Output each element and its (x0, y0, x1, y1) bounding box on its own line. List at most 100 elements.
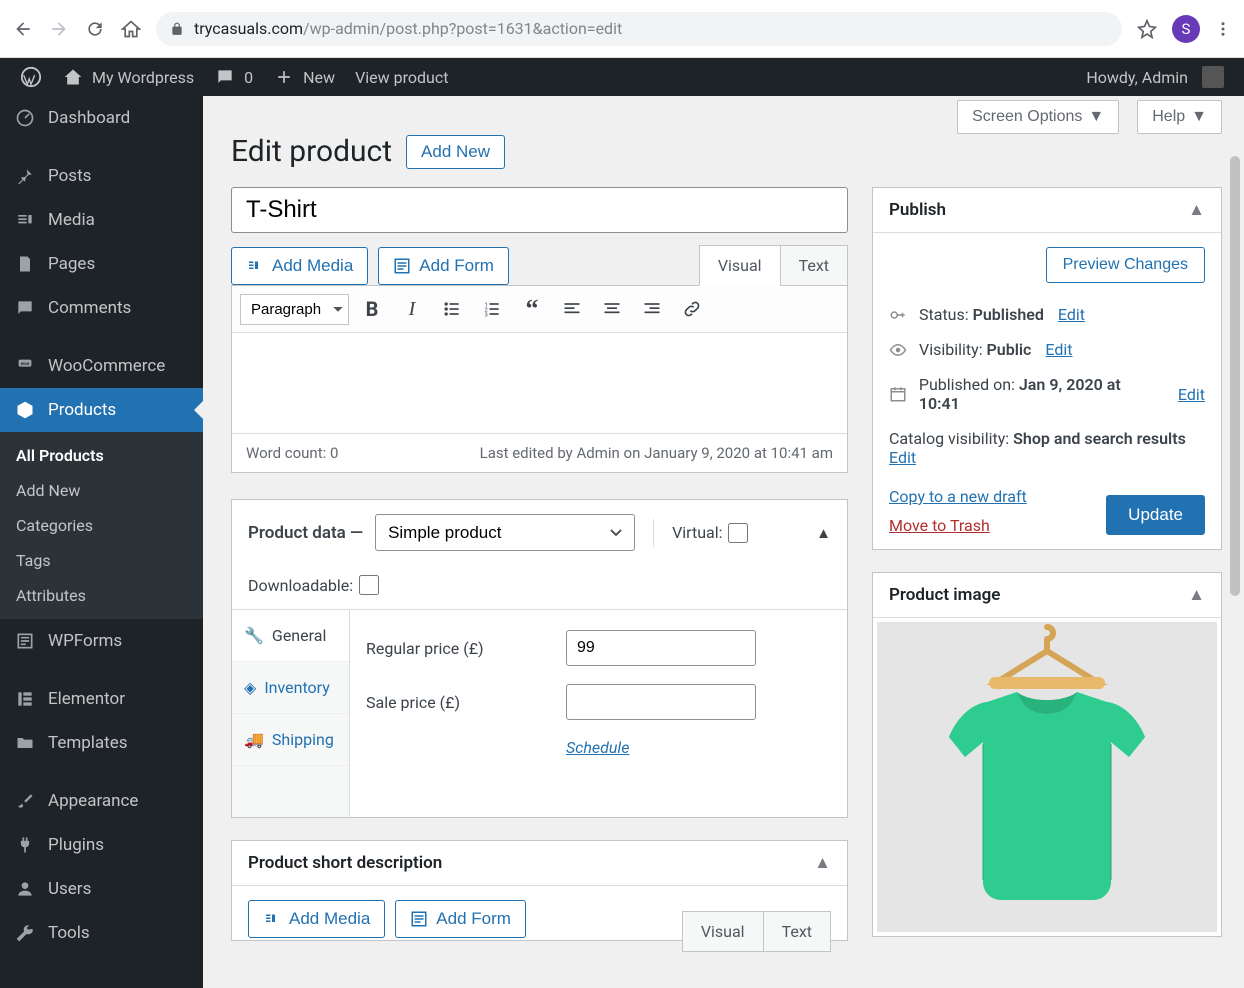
format-select[interactable]: Paragraph (240, 294, 349, 325)
add-form-button[interactable]: Add Form (378, 247, 509, 285)
caret-down-icon: ▼ (1088, 108, 1104, 126)
editor-tab-visual[interactable]: Visual (699, 245, 781, 286)
menu-templates[interactable]: Templates (0, 721, 203, 765)
panel-collapse-button[interactable]: ▲ (816, 524, 831, 542)
schedule-link[interactable]: Schedule (566, 738, 629, 757)
word-count: Word count: 0 (246, 444, 338, 462)
numbered-list-button[interactable]: 123 (475, 292, 509, 326)
back-button[interactable] (12, 18, 34, 40)
menu-button[interactable] (1214, 20, 1232, 38)
submenu-attributes[interactable]: Attributes (0, 578, 203, 613)
menu-users[interactable]: Users (0, 867, 203, 911)
pd-tab-shipping[interactable]: 🚚Shipping (232, 714, 349, 766)
regular-price-input[interactable] (566, 630, 756, 666)
move-to-trash-link[interactable]: Move to Trash (889, 516, 1027, 535)
panel-collapse-button[interactable]: ▲ (814, 853, 831, 873)
product-data-title: Product data — (248, 523, 363, 543)
bullet-list-button[interactable] (435, 292, 469, 326)
home-button[interactable] (120, 18, 142, 40)
update-button[interactable]: Update (1106, 495, 1205, 535)
menu-pages[interactable]: Pages (0, 242, 203, 286)
wp-logo[interactable] (10, 58, 52, 96)
quote-button[interactable]: “ (515, 292, 549, 326)
sale-price-input[interactable] (566, 684, 756, 720)
visibility-label: Visibility: Public (919, 340, 1031, 359)
brush-icon (14, 790, 36, 812)
new-content-link[interactable]: New (263, 58, 345, 96)
products-submenu: All Products Add New Categories Tags Att… (0, 432, 203, 619)
howdy-link[interactable]: Howdy, Admin (1076, 58, 1234, 96)
link-button[interactable] (675, 292, 709, 326)
menu-plugins[interactable]: Plugins (0, 823, 203, 867)
short-tab-visual[interactable]: Visual (682, 911, 764, 952)
menu-dashboard[interactable]: Dashboard (0, 96, 203, 140)
menu-posts[interactable]: Posts (0, 154, 203, 198)
main-editor: Paragraph B I 123 “ (231, 285, 848, 473)
panel-collapse-button[interactable]: ▲ (1188, 200, 1205, 220)
align-left-button[interactable] (555, 292, 589, 326)
media-icon (14, 209, 36, 231)
editor-tab-text[interactable]: Text (780, 245, 848, 286)
submenu-categories[interactable]: Categories (0, 508, 203, 543)
wrench-icon (14, 922, 36, 944)
pd-tab-inventory[interactable]: ◈Inventory (232, 662, 349, 714)
copy-draft-link[interactable]: Copy to a new draft (889, 487, 1027, 506)
downloadable-checkbox-label[interactable]: Downloadable: (248, 575, 379, 595)
align-center-button[interactable] (595, 292, 629, 326)
align-right-button[interactable] (635, 292, 669, 326)
reload-button[interactable] (84, 18, 106, 40)
submenu-all-products[interactable]: All Products (0, 438, 203, 473)
catalog-visibility-label: Catalog visibility: Shop and search resu… (889, 429, 1186, 448)
comments-link[interactable]: 0 (204, 58, 263, 96)
visibility-edit-link[interactable]: Edit (1045, 340, 1072, 359)
scrollbar-thumb[interactable] (1230, 156, 1240, 596)
help-button[interactable]: Help ▼ (1137, 100, 1222, 134)
url-bar[interactable]: trycasuals.com/wp-admin/post.php?post=16… (156, 12, 1122, 46)
catalog-edit-link[interactable]: Edit (889, 448, 916, 467)
panel-collapse-button[interactable]: ▲ (1188, 585, 1205, 605)
pd-tab-general[interactable]: 🔧General (232, 610, 349, 662)
svg-text:woo: woo (21, 362, 30, 367)
menu-tools[interactable]: Tools (0, 911, 203, 955)
menu-woocommerce[interactable]: wooWooCommerce (0, 344, 203, 388)
preview-changes-button[interactable]: Preview Changes (1046, 247, 1205, 283)
form-icon (393, 257, 411, 275)
site-name-link[interactable]: My Wordpress (52, 58, 204, 96)
add-new-button[interactable]: Add New (406, 135, 505, 169)
folder-icon (14, 732, 36, 754)
form-icon (14, 630, 36, 652)
published-edit-link[interactable]: Edit (1178, 385, 1205, 404)
menu-appearance[interactable]: Appearance (0, 779, 203, 823)
truck-icon: 🚚 (244, 730, 264, 749)
menu-comments[interactable]: Comments (0, 286, 203, 330)
add-media-button[interactable]: Add Media (231, 247, 368, 285)
submenu-tags[interactable]: Tags (0, 543, 203, 578)
menu-media[interactable]: Media (0, 198, 203, 242)
short-add-form-button[interactable]: Add Form (395, 900, 526, 938)
editor-content[interactable] (232, 333, 847, 433)
italic-button[interactable]: I (395, 292, 429, 326)
virtual-checkbox[interactable] (728, 523, 748, 543)
profile-avatar[interactable]: S (1172, 15, 1200, 43)
downloadable-checkbox[interactable] (359, 575, 379, 595)
virtual-checkbox-label[interactable]: Virtual: (672, 523, 748, 543)
menu-elementor[interactable]: Elementor (0, 677, 203, 721)
view-product-link[interactable]: View product (345, 58, 458, 96)
scrollbar[interactable] (1228, 96, 1242, 988)
screen-options-button[interactable]: Screen Options ▼ (957, 100, 1119, 134)
menu-wpforms[interactable]: WPForms (0, 619, 203, 663)
elementor-icon (14, 688, 36, 710)
product-image-thumbnail[interactable] (877, 622, 1217, 932)
product-type-select[interactable]: Simple product (375, 514, 635, 551)
status-edit-link[interactable]: Edit (1058, 305, 1085, 324)
bold-button[interactable]: B (355, 292, 389, 326)
short-tab-text[interactable]: Text (763, 911, 831, 952)
regular-price-label: Regular price (£) (366, 639, 546, 658)
menu-products[interactable]: Products (0, 388, 203, 432)
product-title-input[interactable] (231, 187, 848, 233)
admin-menu: Dashboard Posts Media Pages Comments woo… (0, 96, 203, 988)
submenu-add-new[interactable]: Add New (0, 473, 203, 508)
short-add-media-button[interactable]: Add Media (248, 900, 385, 938)
forward-button[interactable] (48, 18, 70, 40)
star-button[interactable] (1136, 18, 1158, 40)
